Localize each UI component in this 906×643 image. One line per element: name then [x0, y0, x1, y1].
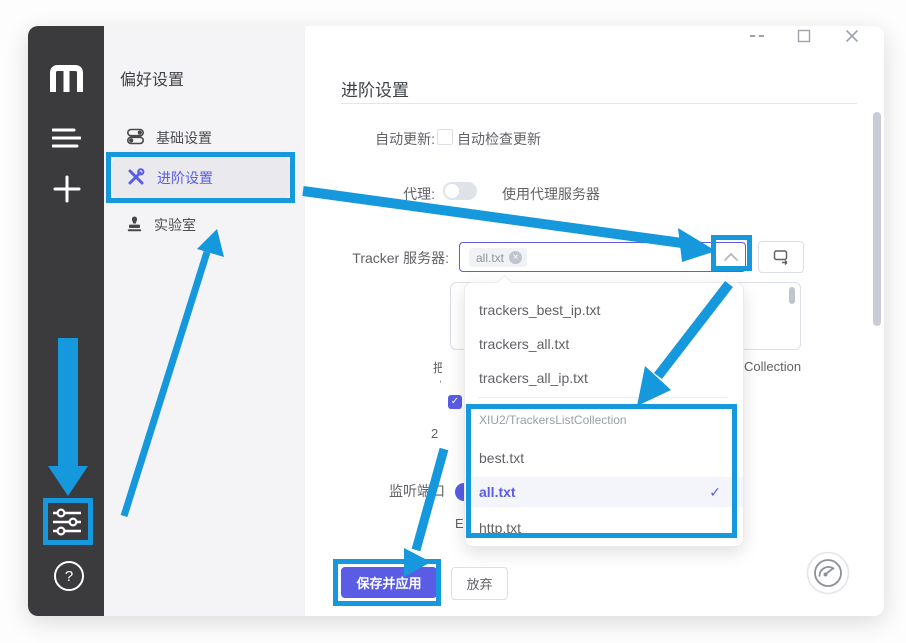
description-tail-fragment: Collection: [744, 359, 801, 374]
maximize-icon: [797, 29, 811, 43]
dropdown-group-label: XIU2/TrackersListCollection: [479, 413, 627, 427]
letter-fragment: E: [455, 516, 464, 531]
number-fragment: 2: [431, 426, 438, 441]
auto-update-checkbox[interactable]: [437, 129, 453, 145]
toggles-icon: [127, 128, 144, 148]
toggle-knob: [445, 184, 459, 198]
sidebar-item-label: 进阶设置: [157, 168, 213, 188]
tracker-collapse-button[interactable]: [716, 242, 746, 272]
preferences-title: 偏好设置: [120, 66, 184, 90]
maximize-button[interactable]: [795, 27, 813, 45]
preferences-sidebar: [104, 26, 305, 616]
dropdown-option[interactable]: trackers_best_ip.txt: [465, 295, 743, 325]
tracker-tag-text: all.txt: [476, 251, 504, 265]
tracker-dropdown-panel: trackers_best_ip.txt trackers_all.txt tr…: [464, 282, 744, 547]
check-icon: ✓: [709, 477, 721, 507]
chevron-up-icon: [724, 253, 738, 261]
dropdown-option[interactable]: trackers_all.txt: [465, 329, 743, 359]
proxy-label: 代理:: [375, 184, 435, 204]
close-icon: [845, 29, 859, 43]
selected-option-label: all.txt: [479, 484, 516, 500]
sidebar-item-basic-settings[interactable]: 基础设置: [120, 122, 297, 154]
sidebar-item-label: 实验室: [154, 215, 196, 235]
tracker-refresh-button[interactable]: [758, 241, 804, 273]
tracker-select-input[interactable]: all.txt ×: [459, 242, 746, 272]
sidebar-item-label: 基础设置: [156, 128, 212, 148]
preferences-sliders-icon[interactable]: [51, 506, 83, 538]
dropdown-option[interactable]: trackers_all_ip.txt: [465, 363, 743, 393]
sync-icon: [773, 249, 790, 265]
save-apply-button[interactable]: 保存并应用: [341, 567, 437, 598]
close-button[interactable]: [843, 27, 861, 45]
minimize-button[interactable]: [746, 28, 768, 44]
proxy-toggle-label: 使用代理服务器: [502, 184, 600, 204]
tracker-tag[interactable]: all.txt ×: [469, 248, 527, 267]
auto-update-label: 自动更新:: [335, 129, 435, 149]
stamp-icon: [127, 215, 142, 235]
sync-checkbox-checked[interactable]: ✓: [448, 395, 462, 409]
screenshot-stage: ? 偏好设置 基础设置 进阶设置: [0, 0, 906, 643]
tools-icon: [127, 168, 145, 189]
speedometer-icon: [806, 551, 850, 595]
main-scrollbar-thumb[interactable]: [873, 112, 881, 326]
sidebar-item-lab[interactable]: 实验室: [120, 209, 297, 241]
add-task-icon[interactable]: [53, 175, 81, 203]
sidebar-item-advanced-settings[interactable]: 进阶设置: [112, 158, 290, 198]
question-mark-icon: ?: [54, 561, 84, 591]
description-fragment-2: 〈: [433, 373, 441, 390]
tag-close-icon[interactable]: ×: [509, 251, 522, 264]
motrix-logo-icon: [48, 63, 85, 100]
help-icon[interactable]: ?: [54, 561, 84, 591]
dropdown-option-selected[interactable]: all.txt ✓: [465, 477, 743, 507]
discard-button[interactable]: 放弃: [451, 567, 508, 600]
listen-port-label: 监听端口: [389, 481, 445, 501]
tracker-label: Tracker 服务器:: [330, 248, 449, 268]
page-title: 进阶设置: [341, 76, 409, 101]
task-list-menu-icon[interactable]: [52, 128, 81, 148]
proxy-toggle[interactable]: [443, 182, 477, 200]
title-divider: [341, 103, 857, 104]
minimize-icon: [750, 35, 764, 37]
speed-limit-button[interactable]: [806, 551, 850, 595]
auto-update-checkbox-label: 自动检查更新: [457, 129, 541, 149]
textarea-scrollbar-thumb[interactable]: [789, 287, 795, 304]
dropdown-divider: [478, 397, 728, 398]
dropdown-option[interactable]: best.txt: [465, 443, 743, 473]
dropdown-option[interactable]: http.txt: [465, 513, 743, 543]
